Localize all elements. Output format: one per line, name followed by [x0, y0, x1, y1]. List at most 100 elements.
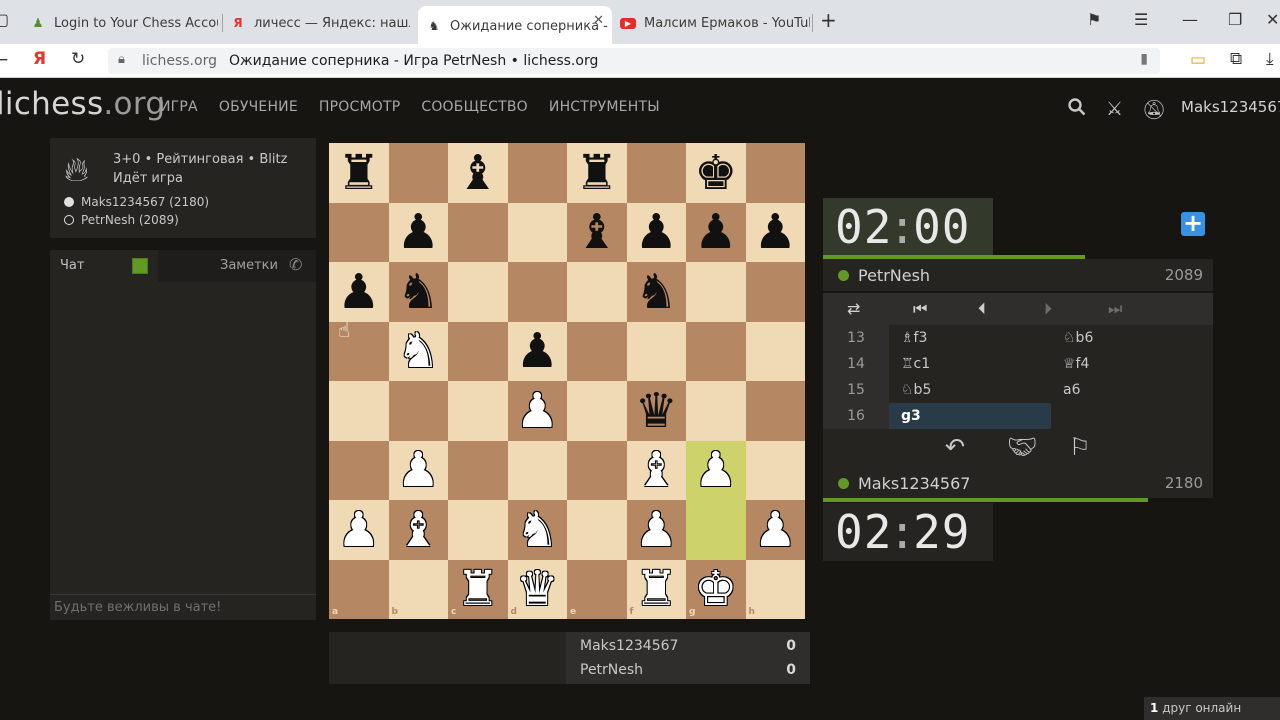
flip-board-icon[interactable]: ⇄: [847, 299, 860, 318]
square-g5[interactable]: [686, 321, 746, 381]
address-field[interactable]: 🔒︎ lichess.org Ожидание соперника - Игра…: [108, 48, 1160, 74]
site-logo[interactable]: lichess.org: [0, 86, 165, 122]
black-pawn-icon[interactable]: ♟: [508, 322, 568, 382]
phone-icon[interactable]: ✆: [289, 255, 302, 274]
square-e3[interactable]: [567, 440, 627, 500]
white-pawn-icon[interactable]: ♟: [686, 441, 746, 501]
white-queen-icon[interactable]: ♛: [508, 560, 568, 620]
white-player-link[interactable]: Maks1234567 (2180): [64, 195, 209, 209]
square-f8[interactable]: [626, 143, 686, 203]
minimize-icon[interactable]: —: [1182, 10, 1198, 29]
square-g4[interactable]: [686, 381, 746, 441]
add-time-icon[interactable]: +: [1181, 211, 1205, 236]
chat-enable-toggle[interactable]: [132, 258, 148, 274]
black-king-icon[interactable]: ♚: [686, 143, 746, 203]
white-rook-icon[interactable]: ♜: [627, 560, 687, 620]
opponent-name[interactable]: PetrNesh: [858, 266, 930, 285]
square-g6[interactable]: [686, 262, 746, 322]
battery-icon[interactable]: ▭: [1190, 50, 1206, 70]
yandex-home-icon[interactable]: Я: [33, 49, 46, 69]
square-d7[interactable]: [507, 202, 567, 262]
nav-play[interactable]: ИГРА: [160, 99, 198, 115]
black-player-link[interactable]: PetrNesh (2089): [64, 213, 179, 227]
black-bishop-icon[interactable]: ♝: [567, 203, 627, 263]
window-menu-icon[interactable]: ▢: [0, 10, 9, 29]
current-move[interactable]: g3: [889, 403, 1051, 429]
black-pawn-icon[interactable]: ♟: [389, 203, 449, 263]
white-knight-icon[interactable]: ♞: [508, 500, 568, 560]
white-pawn-icon[interactable]: ♟: [627, 500, 687, 560]
square-b8[interactable]: [388, 143, 448, 203]
nav-tools[interactable]: ИНСТРУМЕНТЫ: [549, 99, 660, 115]
tab-notes[interactable]: Заметки: [220, 258, 278, 273]
browser-tab-2[interactable]: Я личесс — Яндекс: нашлос: [230, 8, 410, 38]
square-c5[interactable]: [448, 321, 508, 381]
black-rook-icon[interactable]: ♜: [329, 143, 389, 203]
close-tab-icon[interactable]: ✕: [593, 13, 604, 28]
next-move-icon[interactable]: ⏵: [1044, 299, 1052, 319]
white-move[interactable]: ♖c1: [889, 351, 1051, 377]
square-f5[interactable]: [626, 321, 686, 381]
bookmarks-icon[interactable]: ⚑: [1087, 10, 1101, 29]
nav-watch[interactable]: ПРОСМОТР: [319, 99, 400, 115]
player-name[interactable]: Maks1234567: [858, 474, 970, 493]
square-g2[interactable]: [686, 500, 746, 560]
user-menu[interactable]: Maks1234567: [1181, 98, 1280, 116]
white-rook-icon[interactable]: ♜: [448, 560, 508, 620]
white-pawn-icon[interactable]: ♟: [389, 441, 449, 501]
square-e2[interactable]: [567, 500, 627, 560]
back-icon[interactable]: ←: [0, 50, 8, 70]
black-pawn-icon[interactable]: ♟: [329, 262, 389, 322]
black-move[interactable]: ♕f4: [1051, 351, 1213, 377]
notifications-off-icon[interactable]: 🔕︎: [1142, 98, 1166, 121]
browser-tab-1[interactable]: ♟ Login to Your Chess Accou: [30, 8, 218, 38]
new-tab-icon[interactable]: +: [820, 8, 837, 32]
square-c2[interactable]: [448, 500, 508, 560]
white-pawn-icon[interactable]: ♟: [508, 381, 568, 441]
black-move[interactable]: ♘b6: [1051, 325, 1213, 351]
nav-community[interactable]: СООБЩЕСТВО: [421, 99, 528, 115]
chess-board[interactable]: 8 7 6 5 4 3 2 1 a b c d e f g h ♜ ♝ ♜ ♚ ♟ ♝ ♟ ♟ ♟ ♟ ♞ ♞ ♞ ♟ ♟ ♛ ♟ ♝ ♟ ♟ ♝ ♞ ♟ ♟…: [329, 143, 805, 619]
browser-tab-4[interactable]: ▶ Малсим Ермаков - YouTub: [620, 8, 810, 38]
square-b4[interactable]: [388, 381, 448, 441]
black-move[interactable]: [1051, 403, 1213, 429]
black-knight-icon[interactable]: ♞: [389, 262, 449, 322]
bookmark-icon[interactable]: ▮: [1140, 51, 1148, 67]
friends-online[interactable]: 1 друг онлайн: [1144, 697, 1280, 720]
square-a7[interactable]: [329, 202, 389, 262]
black-move[interactable]: a6: [1051, 377, 1213, 403]
white-bishop-icon[interactable]: ♝: [627, 441, 687, 501]
prev-move-icon[interactable]: ⏴: [978, 299, 986, 319]
resign-flag-icon[interactable]: ⚐: [1069, 433, 1091, 461]
extension-icon[interactable]: ⧉: [1230, 49, 1242, 69]
square-c4[interactable]: [448, 381, 508, 441]
black-queen-icon[interactable]: ♛: [627, 381, 687, 441]
square-d6[interactable]: [507, 262, 567, 322]
square-e4[interactable]: [567, 381, 627, 441]
black-knight-icon[interactable]: ♞: [627, 262, 687, 322]
chat-input[interactable]: Будьте вежливы в чате!: [50, 594, 316, 620]
browser-tab-active[interactable]: ♞ Ожидание соперника - ✕: [418, 6, 612, 44]
square-c3[interactable]: [448, 440, 508, 500]
black-pawn-icon[interactable]: ♟: [627, 203, 687, 263]
black-bishop-icon[interactable]: ♝: [448, 143, 508, 203]
nav-learn[interactable]: ОБУЧЕНИЕ: [219, 99, 298, 115]
tab-chat[interactable]: Чат: [50, 250, 158, 282]
white-pawn-icon[interactable]: ♟: [329, 500, 389, 560]
square-c7[interactable]: [448, 202, 508, 262]
first-move-icon[interactable]: ⏮: [913, 299, 927, 319]
white-king-icon[interactable]: ♚: [686, 560, 746, 620]
last-move-icon[interactable]: ⏭: [1108, 299, 1122, 319]
reload-icon[interactable]: ↻: [71, 49, 85, 69]
restore-icon[interactable]: ❐: [1228, 10, 1242, 29]
black-pawn-icon[interactable]: ♟: [686, 203, 746, 263]
square-a4[interactable]: [329, 381, 389, 441]
square-c6[interactable]: [448, 262, 508, 322]
white-pawn-icon[interactable]: ♟: [746, 500, 806, 560]
square-e6[interactable]: [567, 262, 627, 322]
download-icon[interactable]: ⤓: [1266, 49, 1274, 69]
square-e5[interactable]: [567, 321, 627, 381]
white-move[interactable]: ♗f3: [889, 325, 1051, 351]
search-icon[interactable]: [1068, 98, 1086, 121]
square-d8[interactable]: [507, 143, 567, 203]
